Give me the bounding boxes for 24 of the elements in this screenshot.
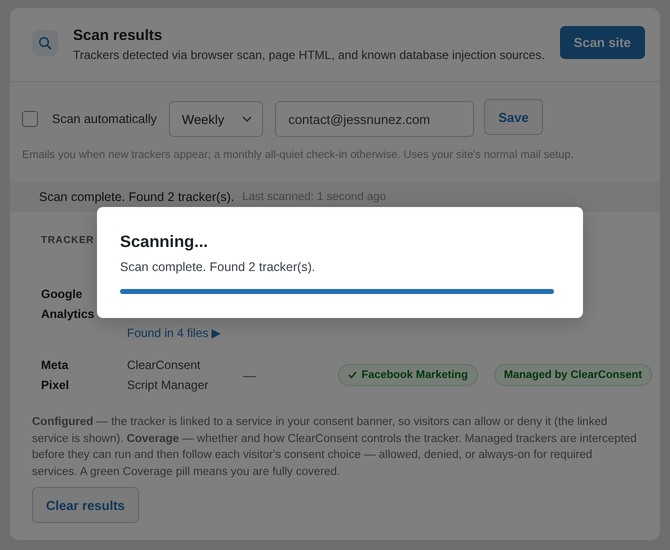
- found-files-link[interactable]: Found in 4 files ▶: [127, 326, 620, 340]
- dialog-message: Scan complete. Found 2 tracker(s).: [120, 260, 316, 274]
- clear-results-button[interactable]: Clear results: [32, 487, 139, 523]
- coverage-pill: Managed by ClearConsent: [494, 364, 652, 386]
- dialog-title: Scanning...: [120, 233, 210, 252]
- frequency-dropdown[interactable]: Weekly: [168, 101, 264, 137]
- search-icon: [32, 30, 58, 56]
- checkbox[interactable]: [22, 111, 38, 127]
- source-text: ClearConsent Script Manager: [127, 357, 210, 394]
- legend-text: Configured — the tracker is linked to a service in your consent banner, so visitors can allow or deny it (the linked service is shown). Coverage — whether and how ClearConsent controls the tracker. Managed trackers are intercepted before they can run and then follow each visitor's consent choice — allowed, denied, or always-on for required services. A green Coverage pill means you are fully covered.: [31, 415, 638, 480]
- chevron-down-icon: [242, 116, 252, 122]
- empty-value: —: [243, 368, 257, 382]
- checkbox-label: Scan automatically: [52, 112, 157, 126]
- status-message: Scan complete. Found 2 tracker(s).: [39, 190, 234, 204]
- email-field[interactable]: contact@jessnunez.com: [275, 101, 474, 137]
- section-subtitle: Trackers detected via browser scan, page HTML, and known database injection sources.: [73, 48, 545, 62]
- service-pill: Facebook Marketing: [338, 364, 478, 386]
- tracker-name: Meta Pixel: [41, 357, 70, 394]
- section-title: Scan results: [73, 27, 164, 44]
- column-header: TRACKER: [41, 235, 94, 246]
- scan-site-button[interactable]: Scan site: [560, 26, 645, 59]
- save-button[interactable]: Save: [484, 99, 543, 135]
- check-icon: [348, 371, 356, 379]
- tracker-name: Google Analytics: [41, 286, 93, 323]
